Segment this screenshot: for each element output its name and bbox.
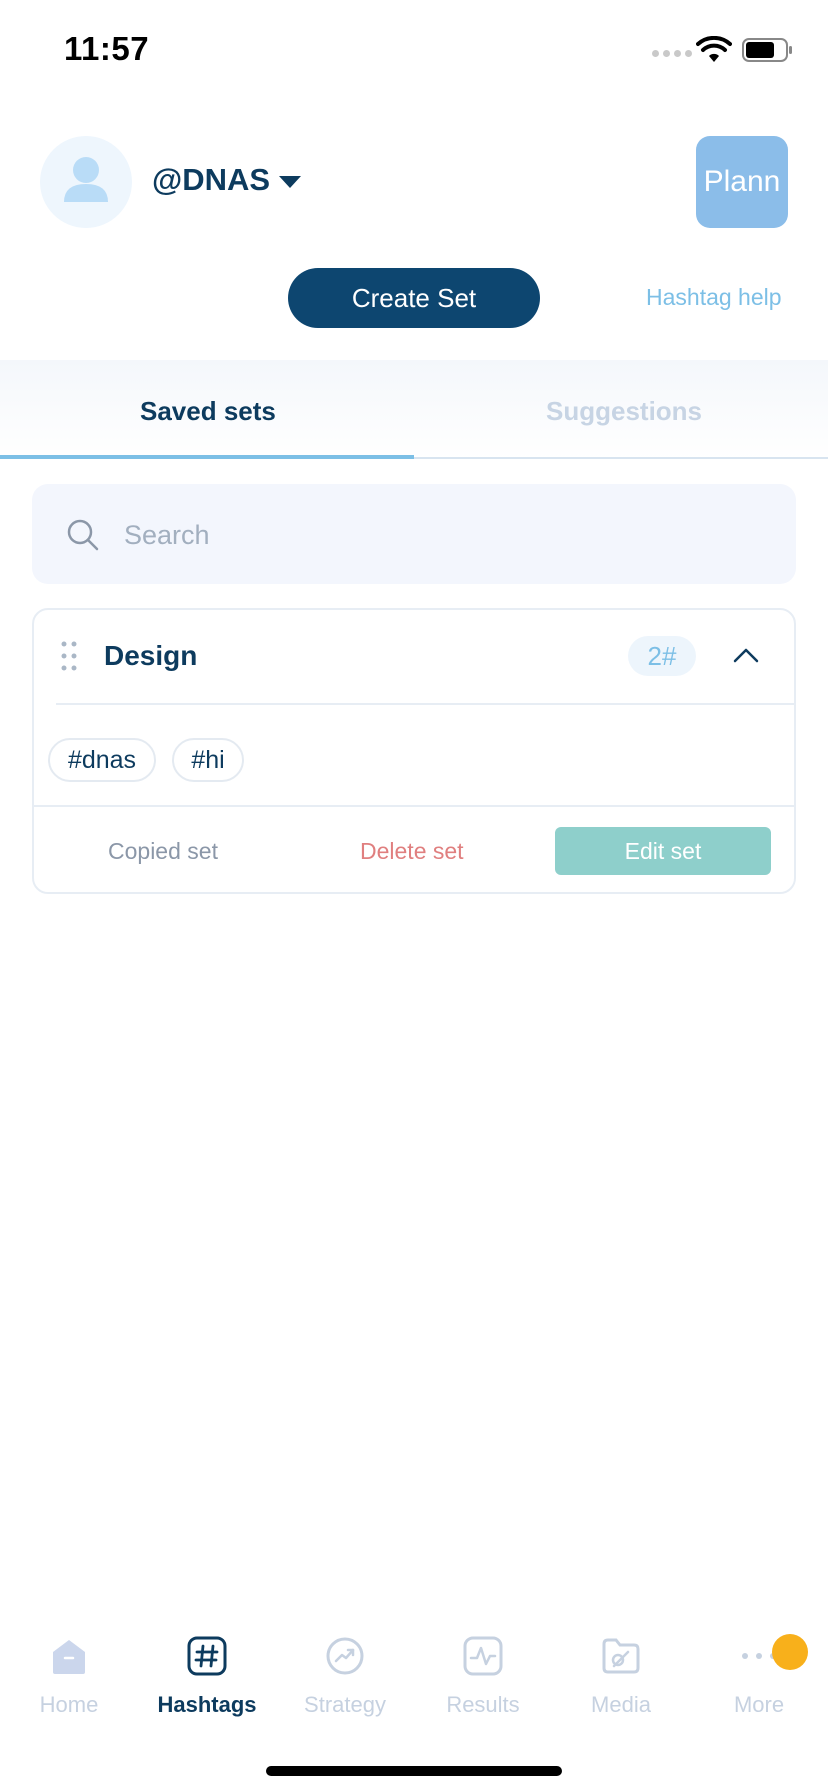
nav-hashtags[interactable]: Hashtags (138, 1636, 276, 1717)
copied-set-button[interactable]: Copied set (108, 838, 218, 865)
account-handle[interactable]: @DNAS (152, 162, 270, 198)
tab-bar (0, 360, 828, 460)
hashtag-count-badge: 2# (628, 636, 696, 676)
nav-label: Hashtags (157, 1692, 257, 1717)
plann-button[interactable]: Plann (696, 136, 788, 228)
results-icon (463, 1636, 503, 1676)
wifi-icon (696, 36, 732, 62)
edit-set-button[interactable]: Edit set (555, 827, 771, 875)
hashtag-chip[interactable]: #hi (172, 738, 244, 782)
divider (56, 703, 794, 705)
home-indicator (266, 1766, 562, 1776)
chevron-down-icon[interactable] (279, 176, 301, 188)
active-tab-indicator (0, 455, 414, 459)
hashtag-help-link[interactable]: Hashtag help (646, 284, 782, 311)
nav-label: More (733, 1692, 785, 1717)
avatar[interactable] (40, 136, 132, 228)
battery-icon (742, 38, 792, 62)
tab-divider (414, 457, 828, 459)
hashtag-chip[interactable]: #dnas (48, 738, 156, 782)
nav-media[interactable]: Media (552, 1636, 690, 1717)
home-icon (53, 1640, 85, 1674)
media-icon (602, 1638, 640, 1674)
chevron-up-icon[interactable] (731, 644, 761, 666)
divider (34, 805, 794, 807)
delete-set-button[interactable]: Delete set (360, 838, 464, 865)
cellular-signal-icon (652, 50, 692, 57)
nav-label: Media (591, 1692, 651, 1717)
notification-badge (772, 1634, 808, 1670)
nav-results[interactable]: Results (414, 1636, 552, 1717)
create-set-button[interactable]: Create Set (288, 268, 540, 328)
status-bar: 11:57 (0, 0, 828, 100)
user-icon (64, 157, 108, 202)
strategy-icon (326, 1637, 364, 1675)
search-icon (67, 519, 99, 551)
hashtag-icon (187, 1636, 227, 1676)
nav-strategy[interactable]: Strategy (276, 1636, 414, 1717)
search-input[interactable] (124, 508, 764, 562)
status-time: 11:57 (64, 30, 150, 67)
nav-home[interactable]: Home (0, 1636, 138, 1717)
nav-label: Strategy (304, 1692, 386, 1717)
drag-handle-icon[interactable] (60, 640, 78, 672)
nav-label: Results (446, 1692, 520, 1717)
tab-saved-sets[interactable]: Saved sets (140, 396, 276, 427)
nav-label: Home (39, 1692, 99, 1717)
tab-suggestions[interactable]: Suggestions (546, 396, 702, 427)
set-title: Design (104, 640, 198, 671)
